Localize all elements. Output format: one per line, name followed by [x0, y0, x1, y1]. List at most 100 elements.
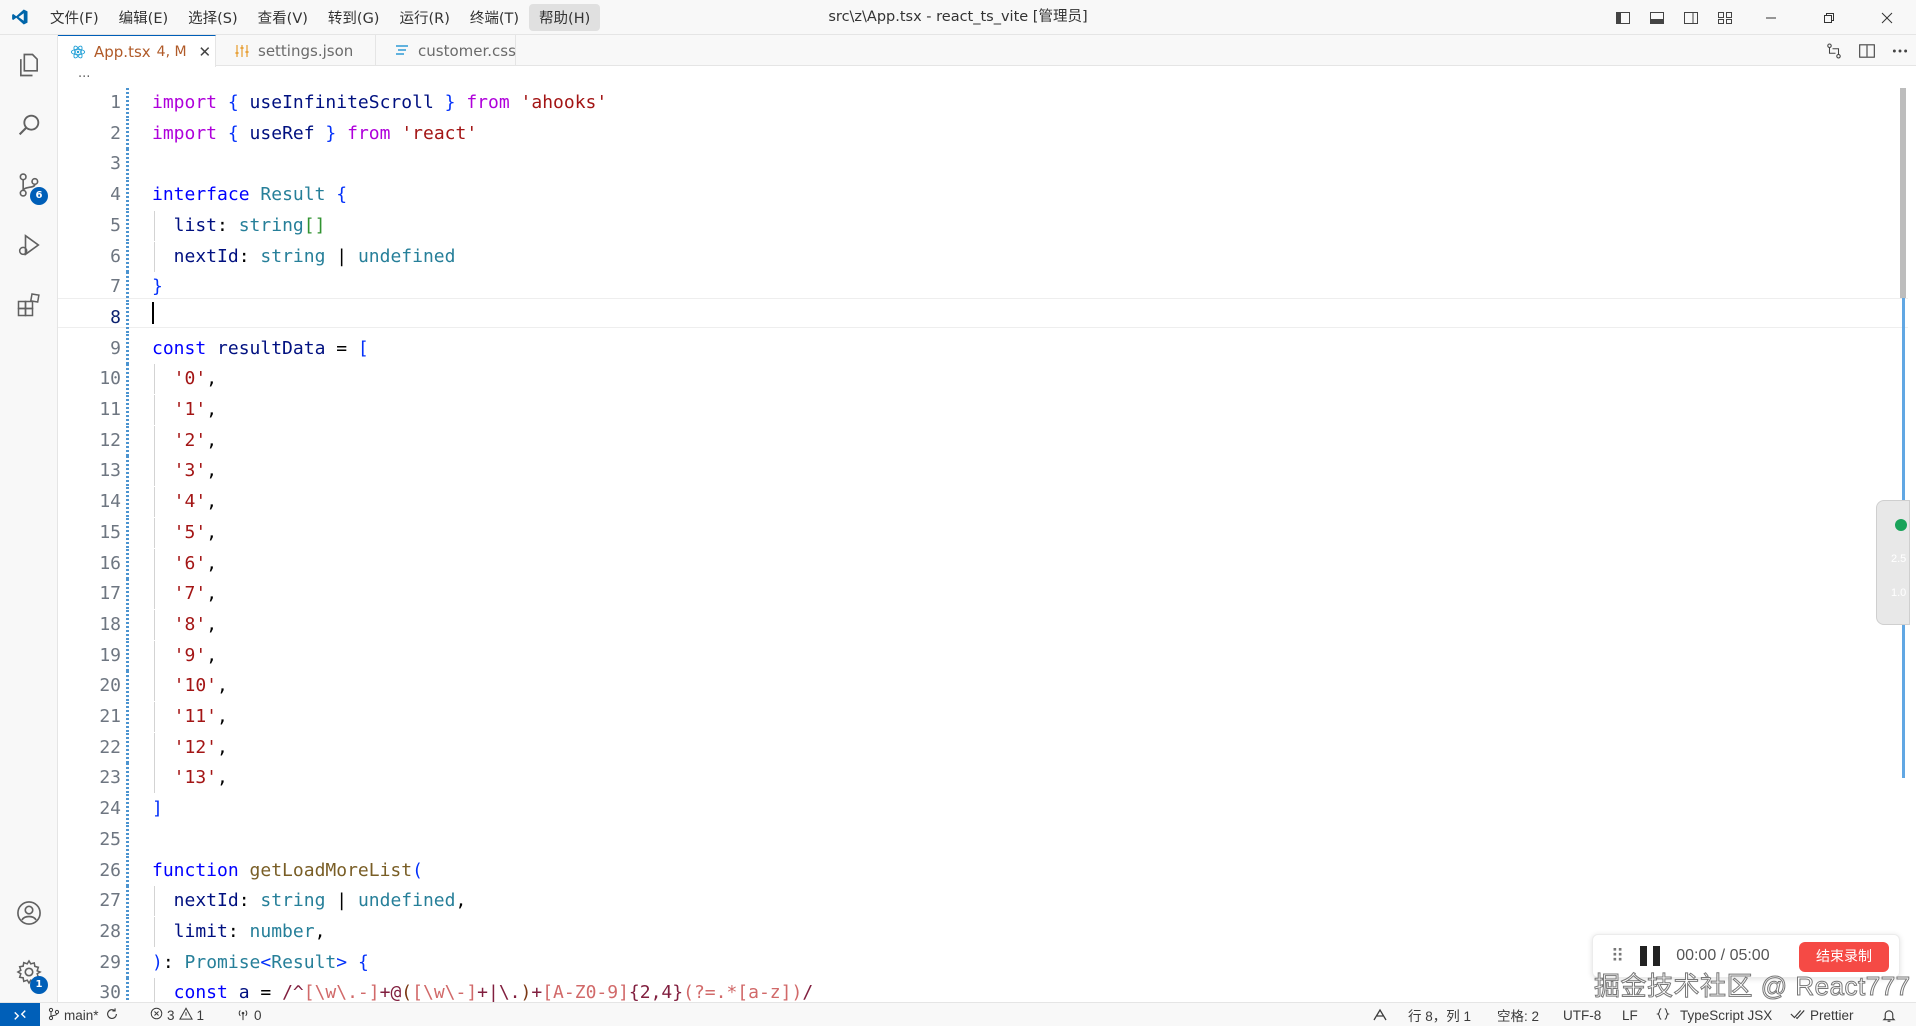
- tab-customer-css[interactable]: customer.css: [376, 35, 516, 66]
- git-modified-marker[interactable]: [126, 425, 129, 456]
- git-modified-marker[interactable]: [126, 824, 129, 855]
- problems-indicator[interactable]: 3 1: [150, 1003, 204, 1026]
- git-modified-marker[interactable]: [126, 702, 129, 732]
- git-modified-marker[interactable]: [126, 395, 129, 425]
- code-line[interactable]: 1 import { useInfiniteScroll } from 'ahoo…: [58, 88, 1908, 118]
- encoding[interactable]: UTF-8: [1563, 1003, 1601, 1026]
- cursor-position[interactable]: 行 8，列 1: [1408, 1003, 1471, 1026]
- code-line[interactable]: 22 '12',: [58, 732, 1908, 763]
- git-modified-marker[interactable]: [126, 118, 129, 149]
- git-modified-marker[interactable]: [126, 947, 129, 978]
- git-modified-marker[interactable]: [126, 180, 129, 211]
- restore-button[interactable]: [1800, 0, 1858, 35]
- pause-icon[interactable]: [1640, 946, 1661, 966]
- git-modified-marker[interactable]: [126, 763, 129, 794]
- code-line[interactable]: 13 '3',: [58, 456, 1908, 487]
- git-modified-marker[interactable]: [126, 886, 129, 917]
- code-editor[interactable]: 1 import { useInfiniteScroll } from 'ahoo…: [58, 88, 1908, 1002]
- menu-selection[interactable]: 选择(S): [178, 4, 248, 31]
- git-modified-marker[interactable]: [126, 609, 129, 640]
- overview-ruler[interactable]: [1900, 88, 1906, 788]
- toggle-primary-sidebar-icon[interactable]: [1606, 0, 1640, 35]
- breadcrumb[interactable]: ...: [58, 66, 1916, 88]
- search-icon[interactable]: [0, 97, 58, 153]
- git-modified-marker[interactable]: [126, 302, 129, 333]
- scrollbar-thumb[interactable]: [1900, 88, 1906, 298]
- code-line[interactable]: 2 import { useRef } from 'react': [58, 118, 1908, 149]
- code-line[interactable]: 20 '10',: [58, 671, 1908, 702]
- code-line[interactable]: 23 '13',: [58, 763, 1908, 794]
- git-modified-marker[interactable]: [126, 88, 129, 118]
- code-line[interactable]: 21 '11',: [58, 702, 1908, 732]
- drag-handle-icon[interactable]: ⠿: [1611, 946, 1624, 967]
- git-modified-marker[interactable]: [126, 794, 129, 825]
- tab-app-tsx[interactable]: App.tsx 4, M ✕: [58, 35, 216, 67]
- network-speed-widget[interactable]: 2.5 1.0: [1876, 500, 1910, 625]
- code-line[interactable]: 14 '4',: [58, 487, 1908, 518]
- menu-terminal[interactable]: 终端(T): [460, 4, 529, 31]
- git-modified-marker[interactable]: [126, 364, 129, 395]
- tab-settings-json[interactable]: settings.json: [216, 35, 376, 66]
- notifications-bell-icon[interactable]: [1882, 1003, 1900, 1026]
- git-modified-marker[interactable]: [126, 333, 129, 364]
- git-modified-marker[interactable]: [126, 640, 129, 671]
- extensions-icon[interactable]: [0, 277, 58, 333]
- open-changes-icon[interactable]: [1817, 35, 1850, 66]
- code-line[interactable]: 24]: [58, 794, 1908, 825]
- manage-gear-icon[interactable]: 1: [0, 944, 58, 1000]
- code-line[interactable]: 11 '1',: [58, 395, 1908, 425]
- more-actions-icon[interactable]: [1883, 35, 1916, 66]
- code-line[interactable]: 9 const resultData = [: [58, 333, 1908, 364]
- git-modified-marker[interactable]: [126, 272, 129, 303]
- code-line[interactable]: 8: [58, 302, 1908, 333]
- source-control-icon[interactable]: 6: [0, 157, 58, 213]
- git-modified-marker[interactable]: [126, 916, 129, 947]
- menu-run[interactable]: 运行(R): [389, 4, 459, 31]
- git-modified-marker[interactable]: [126, 978, 129, 1002]
- code-line[interactable]: 18 '8',: [58, 609, 1908, 640]
- code-line[interactable]: 12 '2',: [58, 425, 1908, 456]
- git-modified-marker[interactable]: [126, 855, 129, 886]
- close-icon[interactable]: ✕: [199, 43, 212, 61]
- menu-file[interactable]: 文件(F): [40, 4, 109, 31]
- toggle-secondary-sidebar-icon[interactable]: [1674, 0, 1708, 35]
- git-modified-marker[interactable]: [126, 487, 129, 518]
- prettier-indicator[interactable]: Prettier: [1790, 1003, 1854, 1026]
- git-modified-marker[interactable]: [126, 671, 129, 702]
- split-editor-icon[interactable]: [1850, 35, 1883, 66]
- code-line[interactable]: 17 '7',: [58, 579, 1908, 610]
- git-modified-marker[interactable]: [126, 548, 129, 579]
- git-modified-marker[interactable]: [126, 579, 129, 610]
- toggle-panel-icon[interactable]: [1640, 0, 1674, 35]
- accounts-icon[interactable]: [0, 885, 58, 941]
- copilot-icon[interactable]: [1372, 1003, 1392, 1026]
- menu-edit[interactable]: 编辑(E): [109, 4, 178, 31]
- code-line[interactable]: 7}: [58, 272, 1908, 303]
- code-line[interactable]: 19 '9',: [58, 640, 1908, 671]
- git-modified-marker[interactable]: [126, 210, 129, 241]
- ports-indicator[interactable]: 0: [236, 1003, 262, 1026]
- branch-indicator[interactable]: main*: [48, 1003, 123, 1026]
- code-line[interactable]: 4 interface Result {: [58, 180, 1908, 211]
- git-modified-marker[interactable]: [126, 456, 129, 487]
- git-modified-marker[interactable]: [126, 732, 129, 763]
- git-modified-marker[interactable]: [126, 517, 129, 548]
- code-line[interactable]: 6 nextId: string | undefined: [58, 241, 1908, 272]
- minimize-button[interactable]: [1742, 0, 1800, 35]
- explorer-icon[interactable]: [0, 37, 58, 93]
- code-line[interactable]: 5 list: string[]: [58, 210, 1908, 241]
- code-line[interactable]: 16 '6',: [58, 548, 1908, 579]
- git-modified-marker[interactable]: [126, 241, 129, 272]
- menu-view[interactable]: 查看(V): [248, 4, 318, 31]
- code-line[interactable]: 10 '0',: [58, 364, 1908, 395]
- run-debug-icon[interactable]: [0, 217, 58, 273]
- code-line[interactable]: 26 function getLoadMoreList(: [58, 855, 1908, 886]
- code-line[interactable]: 27 nextId: string | undefined,: [58, 886, 1908, 917]
- remote-indicator-icon[interactable]: [0, 1003, 40, 1026]
- sync-icon[interactable]: [105, 1007, 123, 1024]
- language-mode[interactable]: TypeScript JSX: [1656, 1003, 1772, 1026]
- customize-layout-icon[interactable]: [1708, 0, 1742, 35]
- git-modified-marker[interactable]: [126, 149, 129, 180]
- code-line[interactable]: 25: [58, 824, 1908, 855]
- code-line[interactable]: 15 '5',: [58, 517, 1908, 548]
